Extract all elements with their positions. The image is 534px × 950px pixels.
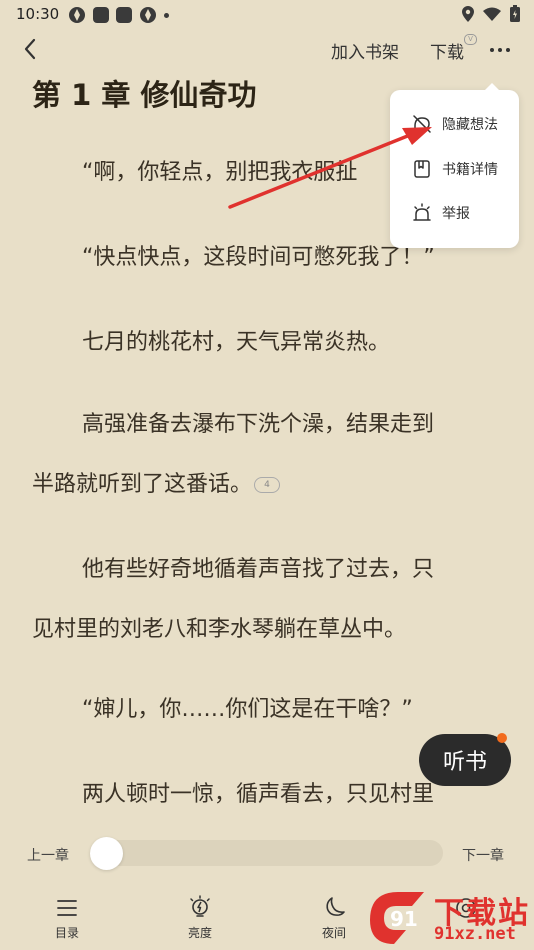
more-dot-icon [498,48,502,52]
back-arrow-icon[interactable] [16,34,46,64]
paragraph: “婶儿，你……你们这是在干啥？” [82,697,413,722]
site-watermark: 91 下载站 91xz.net [364,886,534,950]
paragraph: 高强准备去瀑布下洗个澡，结果走到 [82,412,435,437]
nav-item-night-mode[interactable]: 夜间 [304,894,364,941]
brightness-icon [190,895,210,917]
paragraph: 七月的桃花村，天气异常炎热。 [82,330,391,355]
menu-item-hide-thoughts[interactable]: 隐藏想法 [390,102,519,146]
app-notification-icon [93,7,109,23]
menu-item-label: 书籍详情 [442,162,498,178]
paragraph: 他有些好奇地循着声音找了过去，只 [82,557,435,582]
paragraph-text: 半路就听到了这番话。 [32,472,253,497]
download-button[interactable]: 下载 [430,38,464,63]
location-icon [462,5,474,22]
progress-slider-track[interactable] [90,840,443,866]
next-chapter-button[interactable]: 下一章 [462,845,504,865]
hide-thoughts-icon [413,115,431,133]
comment-count-badge[interactable]: 4 [254,477,281,493]
download-vip-badge: V [464,34,477,45]
status-time: 10:30 [16,5,60,23]
status-bar: 10:30 [0,0,534,28]
prev-chapter-button[interactable]: 上一章 [27,845,69,865]
menu-item-label: 隐藏想法 [442,117,498,133]
moon-icon [326,897,345,916]
menu-item-label: 举报 [442,206,470,222]
nav-label: 夜间 [321,926,346,940]
app-notification-icon [69,7,85,23]
menu-item-report[interactable]: 举报 [390,191,519,235]
system-icons [462,5,520,22]
book-details-icon [414,160,430,178]
chapter-progress-row: 上一章 下一章 [0,836,534,870]
more-dot-icon [506,48,510,52]
more-notifications-icon [164,12,169,18]
more-options-menu: 隐藏想法 书籍详情 举报 [390,83,519,248]
paragraph: 半路就听到了这番话。 4 [32,452,507,518]
list-icon [57,900,77,916]
more-dot-icon [490,48,494,52]
nav-label: 目录 [54,926,79,940]
watermark-logo-icon: 91 [370,892,424,944]
nav-item-catalog[interactable]: 目录 [37,894,97,941]
more-options-button[interactable] [486,38,514,62]
report-alarm-icon [413,203,431,221]
chapter-title: 第 1 章 修仙奇功 [32,78,257,112]
nav-item-brightness[interactable]: 亮度 [170,894,230,941]
wifi-icon [483,7,501,21]
nav-label: 亮度 [187,926,212,940]
reader-top-bar: 加入书架 下载 V [0,30,534,70]
add-to-shelf-button[interactable]: 加入书架 [331,38,399,63]
app-notification-icon [116,7,132,23]
watermark-logo-text: 91 [390,907,418,931]
notification-icons [68,6,169,24]
watermark-site: 91xz.net [434,924,516,944]
paragraph: 见村里的刘老八和李水琴躺在草丛中。 [32,617,407,642]
app-notification-icon [140,7,156,23]
listen-notification-dot [497,733,507,743]
menu-item-book-details[interactable]: 书籍详情 [390,147,519,191]
listen-book-button[interactable]: 听书 [419,734,511,786]
progress-slider-thumb[interactable] [90,837,123,870]
battery-icon [510,5,520,22]
